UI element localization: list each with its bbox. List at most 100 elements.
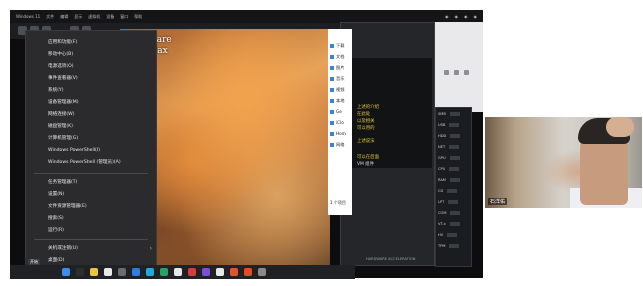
menubar-item[interactable]: 窗口 bbox=[120, 14, 128, 20]
taskbar-app-icon[interactable] bbox=[104, 268, 112, 276]
option-toggle[interactable] bbox=[449, 178, 460, 182]
option-row[interactable]: CD bbox=[438, 189, 458, 193]
menu-item[interactable]: 事件查看器(V) bbox=[26, 73, 156, 85]
nav-label: 本地 bbox=[336, 98, 345, 103]
settings-line: 以及相关 bbox=[357, 119, 375, 124]
nav-item[interactable]: 网络 bbox=[330, 140, 352, 150]
folder-icon bbox=[330, 55, 334, 59]
taskbar-app-icon[interactable] bbox=[188, 268, 196, 276]
taskbar-app-icon[interactable] bbox=[244, 268, 252, 276]
option-toggle[interactable] bbox=[449, 123, 460, 127]
option-label: SMB bbox=[438, 112, 446, 116]
nav-item[interactable]: 视频 bbox=[330, 85, 352, 95]
option-row[interactable]: LPT bbox=[438, 200, 459, 204]
menu-item[interactable]: 搜索(S) bbox=[26, 213, 156, 225]
option-label: RAM bbox=[438, 178, 446, 182]
status-icon[interactable]: ◉ bbox=[455, 14, 459, 19]
menubar-item[interactable]: 设备 bbox=[106, 14, 114, 20]
menu-item[interactable]: 文件资源管理器(E) bbox=[26, 201, 156, 213]
taskbar-app-icon[interactable] bbox=[132, 268, 140, 276]
status-icon[interactable]: ◉ bbox=[464, 14, 468, 19]
option-row[interactable]: HV bbox=[438, 233, 458, 237]
menubar-item[interactable]: Windows 11 bbox=[16, 14, 40, 19]
option-toggle[interactable] bbox=[447, 233, 458, 237]
window-control-icon[interactable] bbox=[444, 70, 449, 75]
nav-item[interactable]: 图片 bbox=[330, 63, 352, 73]
menu-item[interactable]: Windows PowerShell(I) bbox=[26, 145, 156, 157]
window-control-icon[interactable] bbox=[454, 70, 459, 75]
menubar-item[interactable]: 虚拟机 bbox=[88, 14, 100, 20]
participant-name-label: 石洋佑 bbox=[488, 198, 508, 205]
taskbar-app-icon[interactable] bbox=[62, 268, 70, 276]
menu-item[interactable]: 电源选项(O) bbox=[26, 61, 156, 73]
option-toggle[interactable] bbox=[450, 134, 461, 138]
nav-label: 网络 bbox=[336, 142, 345, 147]
menu-item[interactable]: Windows PowerShell (管理员)(A) bbox=[26, 157, 156, 169]
menu-item[interactable]: 设置(N) bbox=[26, 189, 156, 201]
settings-line: 上述的介绍 bbox=[357, 105, 379, 110]
taskbar-app-icon[interactable] bbox=[216, 268, 224, 276]
nav-label: 音乐 bbox=[336, 76, 345, 81]
option-row[interactable]: RAM bbox=[438, 178, 460, 182]
menubar-item[interactable]: 帮助 bbox=[134, 14, 142, 20]
menu-item-submenu[interactable]: 关机或注销(U) bbox=[26, 243, 156, 255]
option-toggle[interactable] bbox=[450, 211, 461, 215]
option-row[interactable]: TPM bbox=[438, 244, 460, 248]
nav-item[interactable]: 本地 bbox=[330, 96, 352, 106]
webcam-participant-hand bbox=[606, 117, 634, 137]
menu-item[interactable]: 磁盘管理(K) bbox=[26, 121, 156, 133]
option-toggle[interactable] bbox=[449, 156, 460, 160]
nav-item[interactable]: Ge bbox=[330, 107, 352, 117]
menu-item[interactable]: 系统(Y) bbox=[26, 85, 156, 97]
taskbar-app-icon[interactable] bbox=[76, 268, 84, 276]
option-row[interactable]: USB bbox=[438, 123, 460, 127]
taskbar-app-icon[interactable] bbox=[258, 268, 266, 276]
option-row[interactable]: HDD bbox=[438, 134, 461, 138]
menubar-item[interactable]: 显示 bbox=[74, 14, 82, 20]
taskbar-app-icon[interactable] bbox=[230, 268, 238, 276]
menu-item[interactable]: 移动中心(B) bbox=[26, 49, 156, 61]
option-toggle[interactable] bbox=[449, 112, 460, 116]
option-row[interactable]: COM bbox=[438, 211, 461, 215]
settings-footer: HARDWARE ACCELERATION bbox=[366, 257, 416, 261]
folder-icon bbox=[330, 77, 334, 81]
menu-item[interactable]: 应用和功能(F) bbox=[26, 37, 156, 49]
taskbar-app-icon[interactable] bbox=[90, 268, 98, 276]
taskbar-app-icon[interactable] bbox=[146, 268, 154, 276]
background-window[interactable] bbox=[432, 22, 483, 112]
menu-item[interactable]: 运行(R) bbox=[26, 225, 156, 237]
menu-item[interactable]: 计算机管理(G) bbox=[26, 133, 156, 145]
nav-item[interactable]: 下载 bbox=[330, 41, 352, 51]
menu-item[interactable]: 设备管理器(M) bbox=[26, 97, 156, 109]
status-icon[interactable]: ◉ bbox=[445, 14, 449, 19]
nav-item[interactable]: 音乐 bbox=[330, 74, 352, 84]
nav-item[interactable]: Hom bbox=[330, 129, 352, 139]
option-toggle[interactable] bbox=[449, 244, 460, 248]
option-toggle[interactable] bbox=[449, 145, 460, 149]
menubar-item[interactable]: 编辑 bbox=[60, 14, 68, 20]
option-row[interactable]: NET bbox=[438, 145, 460, 149]
settings-line: 在此处 bbox=[357, 112, 371, 117]
taskbar-app-icon[interactable] bbox=[174, 268, 182, 276]
nav-label: 下载 bbox=[336, 43, 345, 48]
option-toggle[interactable] bbox=[448, 200, 459, 204]
option-toggle[interactable] bbox=[447, 189, 458, 193]
option-label: VT-x bbox=[438, 222, 446, 226]
option-row[interactable]: GPU bbox=[438, 156, 460, 160]
window-control-icon[interactable] bbox=[464, 70, 469, 75]
taskbar-app-icon[interactable] bbox=[160, 268, 168, 276]
option-row[interactable]: VT-x bbox=[438, 222, 460, 226]
nav-item[interactable]: iClo bbox=[330, 118, 352, 128]
option-row[interactable]: CPU bbox=[438, 167, 460, 171]
menu-item[interactable]: 网络连接(W) bbox=[26, 109, 156, 121]
menu-item[interactable]: 任务管理器(T) bbox=[26, 177, 156, 189]
option-toggle[interactable] bbox=[449, 167, 460, 171]
option-toggle[interactable] bbox=[449, 222, 460, 226]
nav-item[interactable]: 文档 bbox=[330, 52, 352, 62]
menu-separator bbox=[34, 173, 148, 174]
menubar-item[interactable]: 文件 bbox=[46, 14, 54, 20]
taskbar-app-icon[interactable] bbox=[118, 268, 126, 276]
status-icon[interactable]: ◉ bbox=[474, 14, 478, 19]
taskbar-app-icon[interactable] bbox=[202, 268, 210, 276]
option-row[interactable]: SMB bbox=[438, 112, 460, 116]
